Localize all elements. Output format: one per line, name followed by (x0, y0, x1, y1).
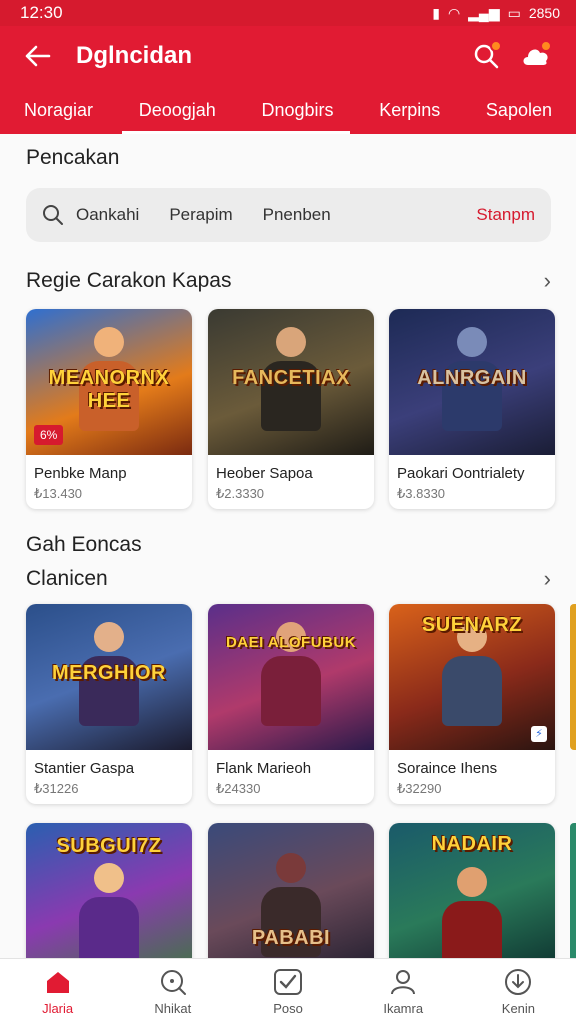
chevron-right-icon[interactable]: › (544, 268, 551, 294)
nav-home[interactable]: Jlaria (0, 959, 115, 1024)
game-price: ₺3.8330 (397, 486, 446, 501)
profile-button[interactable] (516, 36, 556, 76)
arrow-left-icon (25, 45, 51, 67)
page-title: Dglncidan (76, 42, 193, 69)
nav-label: Jlaria (42, 1001, 74, 1016)
chevron-right-icon[interactable]: › (544, 566, 551, 592)
section-title: Pencakan (26, 146, 120, 169)
game-logo: FANCETIAX (232, 367, 350, 389)
nav-label: Poso (273, 1001, 303, 1016)
search-icon (43, 205, 63, 225)
game-price: ₺13.430 (34, 486, 83, 501)
filter-chip[interactable]: Pnenben (263, 205, 331, 225)
game-logo: ALNRGAIN (417, 367, 527, 389)
game-logo: MEANORNX HEE (48, 367, 170, 412)
section-header[interactable]: Regie Carakon Kapas › (26, 268, 551, 294)
tab-deoogjah[interactable]: Deoogjah (129, 92, 226, 129)
tab-dnogbirs[interactable]: Dnogbirs (251, 92, 343, 129)
user-icon (388, 967, 418, 997)
next-card-peek (570, 823, 576, 963)
notification-icon: ▮ (432, 4, 440, 21)
search-bar[interactable]: Oankahi Perapim Pnenben Stanpm (26, 188, 551, 242)
game-logo: PABABI (251, 927, 331, 949)
battery-level: 2850 (528, 5, 560, 21)
checkbox-icon (273, 967, 303, 997)
section-subtitle: Clanicen (26, 567, 108, 590)
game-price: ₺24330 (216, 781, 261, 796)
nav-label: Kenin (501, 1001, 536, 1016)
game-price: ₺31226 (34, 781, 79, 796)
wifi-icon: ◠ (447, 4, 461, 21)
search-input[interactable]: Oankahi (76, 205, 139, 225)
tab-bar: Noragiar Deoogjah Dnogbirs Kerpins Sapol… (0, 86, 576, 134)
nav-label: Nhikat (154, 1001, 192, 1016)
game-logo: NADAIR (431, 833, 513, 855)
game-price: ₺32290 (397, 781, 442, 796)
nav-download[interactable]: Kenin (461, 959, 576, 1024)
nav-label: Ikamra (383, 1001, 424, 1016)
battery-icon: ▭ (507, 4, 521, 21)
app-bar: Dglncidan Noragiar Deoogjah Dnogbirs Ker… (0, 26, 576, 134)
filter-chip[interactable]: Perapim (169, 205, 232, 225)
download-icon (503, 967, 533, 997)
signal-icon: ▂▄▆ (468, 4, 500, 21)
section-title: Gah Eoncas (26, 533, 142, 556)
nav-profile[interactable]: Ikamra (346, 959, 461, 1024)
game-artwork: MERGHIOR (26, 604, 192, 750)
back-button[interactable] (20, 38, 56, 74)
section-header[interactable]: Clanicen › (26, 566, 551, 592)
status-bar: 12:30 ▮ ◠ ▂▄▆ ▭ 2850 (0, 0, 576, 26)
next-card-peek (570, 604, 576, 750)
game-title: Soraince Ihens (397, 760, 498, 777)
game-logo: DAEI ALOFUBUK (225, 634, 357, 651)
game-price: ₺2.3330 (216, 486, 265, 501)
notification-dot (490, 40, 502, 52)
status-time: 12:30 (20, 3, 63, 22)
search-icon (158, 967, 188, 997)
section-title: Regie Carakon Kapas (26, 269, 232, 292)
game-title: Paokari Oontrialety (397, 465, 525, 482)
bottom-navigation: Jlaria Nhikat Poso Ikamra Kenin (0, 958, 576, 1024)
game-title: Flank Marieoh (216, 760, 312, 777)
character-figure (79, 863, 139, 973)
game-card[interactable]: MERGHIOR Stantier Gaspa ₺31226 (26, 604, 192, 804)
game-title: Stantier Gaspa (34, 760, 135, 777)
game-card[interactable]: MEANORNX HEE 6% Penbke Manp ₺13.430 (26, 309, 192, 509)
search-button[interactable] (466, 36, 506, 76)
game-title: Penbke Manp (34, 465, 127, 482)
tab-kerpins[interactable]: Kerpins (369, 92, 450, 129)
game-title: Heober Sapoa (216, 465, 313, 482)
game-logo: SUBGUI7Z (56, 835, 162, 857)
search-action-button[interactable]: Stanpm (476, 205, 535, 225)
game-artwork: DAEI ALOFUBUK (208, 604, 374, 750)
game-artwork: SUENARZ ⚡ (389, 604, 555, 750)
game-logo: SUENARZ (421, 614, 523, 636)
game-artwork: FANCETIAX (208, 309, 374, 455)
game-card[interactable]: DAEI ALOFUBUK Flank Marieoh ₺24330 (208, 604, 374, 804)
game-artwork: ALNRGAIN (389, 309, 555, 455)
tab-noragiar[interactable]: Noragiar (14, 92, 103, 129)
notification-dot (540, 40, 552, 52)
game-card[interactable]: ALNRGAIN Paokari Oontrialety ₺3.8330 (389, 309, 555, 509)
game-artwork: MEANORNX HEE 6% (26, 309, 192, 455)
lightning-icon: ⚡ (531, 726, 547, 742)
game-card[interactable]: FANCETIAX Heober Sapoa ₺2.3330 (208, 309, 374, 509)
game-card[interactable]: SUENARZ ⚡ Soraince Ihens ₺32290 (389, 604, 555, 804)
tab-sapolen[interactable]: Sapolen (476, 92, 562, 129)
main-content[interactable]: Pencakan Oankahi Perapim Pnenben Stanpm … (0, 134, 576, 983)
discount-badge: 6% (34, 425, 64, 445)
game-logo: MERGHIOR (52, 662, 166, 684)
home-icon (43, 967, 73, 997)
nav-search[interactable]: Nhikat (115, 959, 230, 1024)
character-figure (442, 622, 502, 732)
nav-post[interactable]: Poso (230, 959, 345, 1024)
status-icons: ▮ ◠ ▂▄▆ ▭ 2850 (432, 5, 560, 22)
